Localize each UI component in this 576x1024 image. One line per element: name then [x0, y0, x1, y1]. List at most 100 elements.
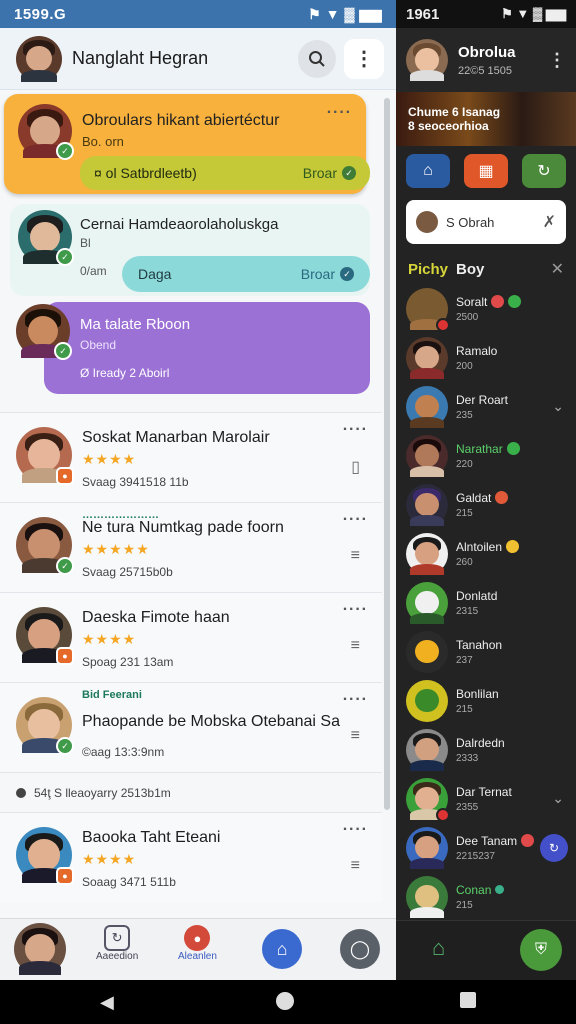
- section-title: Boy: [456, 260, 485, 278]
- emoji-icon: [506, 442, 520, 455]
- contact-list: Soralt 2500 Ramalo 200 Der Roart 235 ⌄ Nara…: [396, 284, 576, 921]
- list-item[interactable]: Bid Feerani ✓ Phaopande be Mobska Oteban…: [0, 682, 382, 772]
- more-dots-icon[interactable]: ····: [343, 821, 368, 839]
- system-navigation-bar: ◀: [0, 980, 576, 1024]
- chat-card[interactable]: ✓ Cernai Hamdeaorolaholuskga Bl 0/am Dag…: [10, 204, 370, 296]
- nav-label: Aleanlen: [178, 951, 217, 962]
- more-dots-icon[interactable]: ····: [343, 601, 368, 619]
- sync-tab-button[interactable]: ↻: [522, 154, 566, 188]
- menu-icon[interactable]: ≡: [351, 727, 360, 745]
- menu-icon[interactable]: ≡: [351, 857, 360, 875]
- contact-item[interactable]: Dee Tanam 2215237 ↻: [396, 823, 576, 872]
- home-icon: ⌂: [276, 938, 288, 959]
- more-dots-icon[interactable]: ····: [343, 421, 368, 439]
- contact-item[interactable]: Donlatd 2315: [396, 578, 576, 627]
- status-badge-icon: [436, 807, 450, 822]
- user-avatar[interactable]: [14, 923, 66, 975]
- more-dots-icon[interactable]: ····: [343, 691, 368, 709]
- promo-banner[interactable]: Chume 6 Isanag 8 seoceorhioa: [396, 92, 576, 146]
- message-pill[interactable]: ¤ ol Satbrdleetb) Broar ✓: [80, 156, 370, 190]
- scrollbar[interactable]: [384, 98, 390, 810]
- contact-sub: 215: [456, 703, 473, 715]
- search-text: S Obrah: [446, 214, 495, 230]
- emoji-icon: [508, 295, 522, 308]
- profile-avatar[interactable]: [16, 35, 62, 82]
- avatar: ●: [16, 827, 74, 885]
- more-options-button[interactable]: ⋮: [344, 38, 384, 79]
- list-item[interactable]: ● Daeska Fimote haan ★★★★ Spoag 231 13am…: [0, 592, 382, 682]
- avatar: [406, 385, 448, 428]
- profile-name: Obrolua: [458, 43, 516, 61]
- avatar: ✓: [16, 697, 74, 755]
- chat-time: Ø Iready 2 Aboirl: [80, 366, 170, 380]
- contact-name: Galdat: [456, 490, 492, 505]
- avatar: ✓: [18, 104, 74, 160]
- contact-sub: 2315: [456, 605, 479, 617]
- close-icon[interactable]: ✕: [551, 259, 564, 279]
- search-field[interactable]: S Obrah ✗: [406, 200, 566, 244]
- emoji-icon: [495, 885, 505, 894]
- contact-sub: 2215237: [456, 850, 495, 862]
- page-title: Nanglaht Hegran: [72, 48, 209, 68]
- status-badge-icon: [436, 317, 450, 332]
- contact-item[interactable]: Der Roart 235 ⌄: [396, 382, 576, 431]
- quick-action-button[interactable]: ↻: [540, 833, 568, 862]
- trash-icon[interactable]: ▯: [351, 457, 360, 477]
- chat-list: ✓ Obroulars hikant abiertéctur Bo. orn ·…: [0, 90, 382, 920]
- section-header: Pichy Boy ✕: [396, 254, 576, 284]
- home-icon[interactable]: ⌂: [432, 935, 445, 961]
- recents-icon[interactable]: [460, 992, 476, 1008]
- menu-icon[interactable]: ≡: [351, 547, 360, 565]
- list-item[interactable]: ● Soskat Manarban Marolair ★★★★ Svaag 39…: [0, 412, 382, 502]
- search-button[interactable]: [298, 39, 336, 78]
- avatar: [406, 728, 448, 771]
- nav-item-people[interactable]: ● Aleanlen: [178, 925, 217, 962]
- menu-icon[interactable]: ≡: [351, 637, 360, 655]
- nav-item-activity[interactable]: ↻ Aaeedion: [96, 925, 138, 962]
- shield-icon[interactable]: ⛨: [520, 929, 562, 971]
- contact-item[interactable]: Narathar 220: [396, 431, 576, 480]
- home-circle-icon[interactable]: [276, 992, 294, 1010]
- tools-icon[interactable]: ✗: [543, 212, 556, 232]
- online-badge-icon: ✓: [56, 248, 74, 266]
- back-icon[interactable]: ◀: [100, 992, 114, 1013]
- message-pill[interactable]: Daga Broar ✓: [122, 256, 370, 292]
- pill-action-label: Broar: [302, 165, 337, 181]
- more-dots-icon[interactable]: ····: [327, 104, 352, 122]
- archive-tab-button[interactable]: ▦: [464, 154, 508, 188]
- avatar: ●: [16, 607, 74, 665]
- profile-avatar[interactable]: [406, 39, 448, 81]
- list-item[interactable]: ● Baooka Taht Eteani ★★★★ Soaag 3471 511…: [0, 812, 382, 902]
- contact-item[interactable]: Conan 215: [396, 872, 576, 921]
- contact-item[interactable]: Alntoilen 260: [396, 529, 576, 578]
- kebab-icon[interactable]: ⋮: [548, 50, 566, 71]
- contact-item[interactable]: Tanahon 237: [396, 627, 576, 676]
- separator-text: 54ţ S lleaoyarry 2513b1m: [34, 785, 171, 800]
- avatar: [406, 826, 448, 869]
- chevron-down-icon[interactable]: ⌄: [552, 398, 564, 415]
- more-dots-icon[interactable]: ····: [343, 511, 368, 529]
- home-tab-button[interactable]: ⌂: [406, 154, 450, 188]
- list-item[interactable]: ………………… ✓ Ne tura Numtkag pade foorn ★★★…: [0, 502, 382, 592]
- banner-line-2: 8 seoceorhioa: [408, 119, 489, 133]
- contact-item[interactable]: Ramalo 200: [396, 333, 576, 382]
- contact-sub: 2355: [456, 801, 479, 813]
- chat-time: 0/am: [80, 264, 107, 278]
- avatar: [406, 532, 448, 575]
- chat-card-highlight[interactable]: ✓ Obroulars hikant abiertéctur Bo. orn ·…: [4, 94, 370, 194]
- screen: 1599.G ⚑ ▼ ▓ ▆▆ Nanglaht Hegran ⋮ ✓ Obro…: [0, 0, 576, 1024]
- profile-nav-button[interactable]: ◯: [340, 929, 380, 969]
- profile-subtitle: 22©5 1505: [458, 64, 512, 77]
- contact-item[interactable]: Soralt 2500: [396, 284, 576, 333]
- contact-item[interactable]: Dalrdedn 2333: [396, 725, 576, 774]
- chevron-down-icon[interactable]: ⌄: [552, 790, 564, 807]
- contact-item[interactable]: Bonlilan 215: [396, 676, 576, 725]
- contact-item[interactable]: Galdat 215: [396, 480, 576, 529]
- chat-card-purple[interactable]: ✓ Ma talate Rboon Obend Ø Iready 2 Aboir…: [8, 302, 370, 398]
- avatar: [406, 336, 448, 379]
- contact-item[interactable]: Dar Ternat 2355 ⌄: [396, 774, 576, 823]
- contact-sub: 220: [456, 458, 473, 470]
- home-nav-button[interactable]: ⌂: [262, 929, 302, 969]
- contact-sub: 215: [456, 507, 473, 519]
- app-bar: Nanglaht Hegran ⋮: [0, 28, 396, 90]
